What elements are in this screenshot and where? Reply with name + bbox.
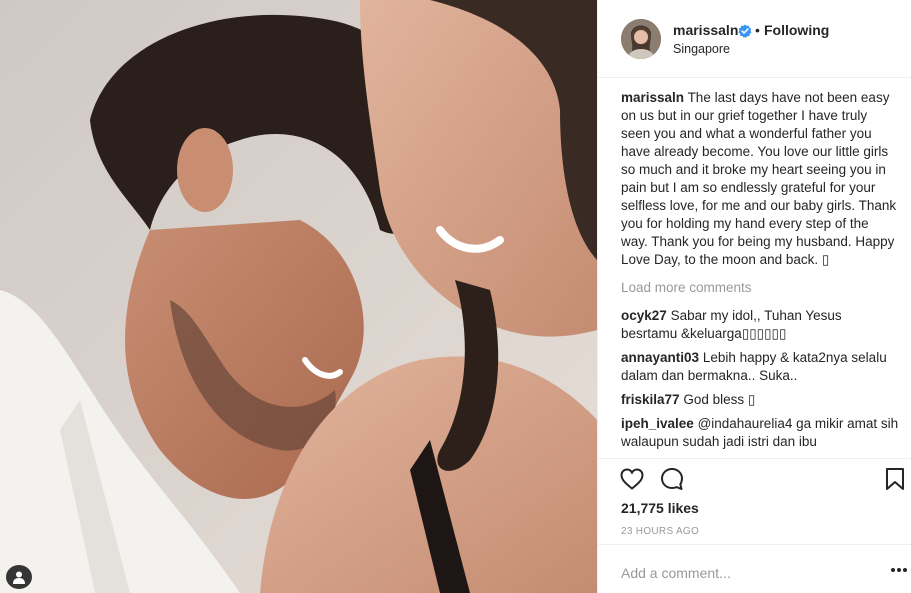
heart-icon[interactable] — [619, 466, 645, 492]
user-tag-icon — [13, 571, 25, 584]
header-separator: • — [755, 22, 760, 38]
comment-item: ipeh_ivalee @indahaurelia4 ga mikir amat… — [621, 415, 899, 451]
comments-section: marissaln The last days have not been ea… — [621, 89, 899, 457]
post-photo[interactable] — [0, 0, 597, 593]
bookmark-icon[interactable] — [884, 467, 906, 491]
avatar[interactable] — [621, 19, 661, 59]
user-tag-button[interactable] — [6, 565, 32, 589]
comment-username[interactable]: annayanti03 — [621, 350, 699, 365]
comment-item: friskila77 God bless ▯ — [621, 391, 899, 409]
following-button[interactable]: Following — [764, 22, 829, 38]
header-username[interactable]: marissaln — [673, 22, 738, 38]
caption-username[interactable]: marissaln — [621, 90, 684, 105]
comment-username[interactable]: friskila77 — [621, 392, 680, 407]
add-comment-input[interactable]: Add a comment... — [621, 565, 731, 581]
more-options-icon[interactable] — [890, 567, 908, 573]
load-more-comments-button[interactable]: Load more comments — [621, 279, 899, 297]
post-timestamp: 23 HOURS AGO — [621, 526, 700, 537]
caption-text: The last days have not been easy on us b… — [621, 90, 897, 267]
post-actions-bar — [598, 458, 911, 498]
post-caption: marissaln The last days have not been ea… — [621, 89, 899, 269]
likes-count[interactable]: 21,775 likes — [621, 500, 699, 516]
couple-photo-image — [0, 0, 597, 593]
post-header: marissaln • Following Singapore — [598, 0, 911, 78]
verified-badge-icon — [738, 24, 752, 38]
comment-username[interactable]: ipeh_ivalee — [621, 416, 694, 431]
avatar-image — [621, 19, 661, 59]
comment-username[interactable]: ocyk27 — [621, 308, 667, 323]
post-details-panel: marissaln • Following Singapore marissal… — [597, 0, 911, 593]
comment-item: ocyk27 Sabar my idol,, Tuhan Yesus besrt… — [621, 307, 899, 343]
comment-text: God bless ▯ — [683, 392, 756, 407]
comment-item: annayanti03 Lebih happy & kata2nya selal… — [621, 349, 899, 385]
post-location[interactable]: Singapore — [673, 42, 730, 56]
comment-bubble-icon[interactable] — [659, 466, 685, 492]
add-comment-bar: Add a comment... — [598, 544, 911, 593]
